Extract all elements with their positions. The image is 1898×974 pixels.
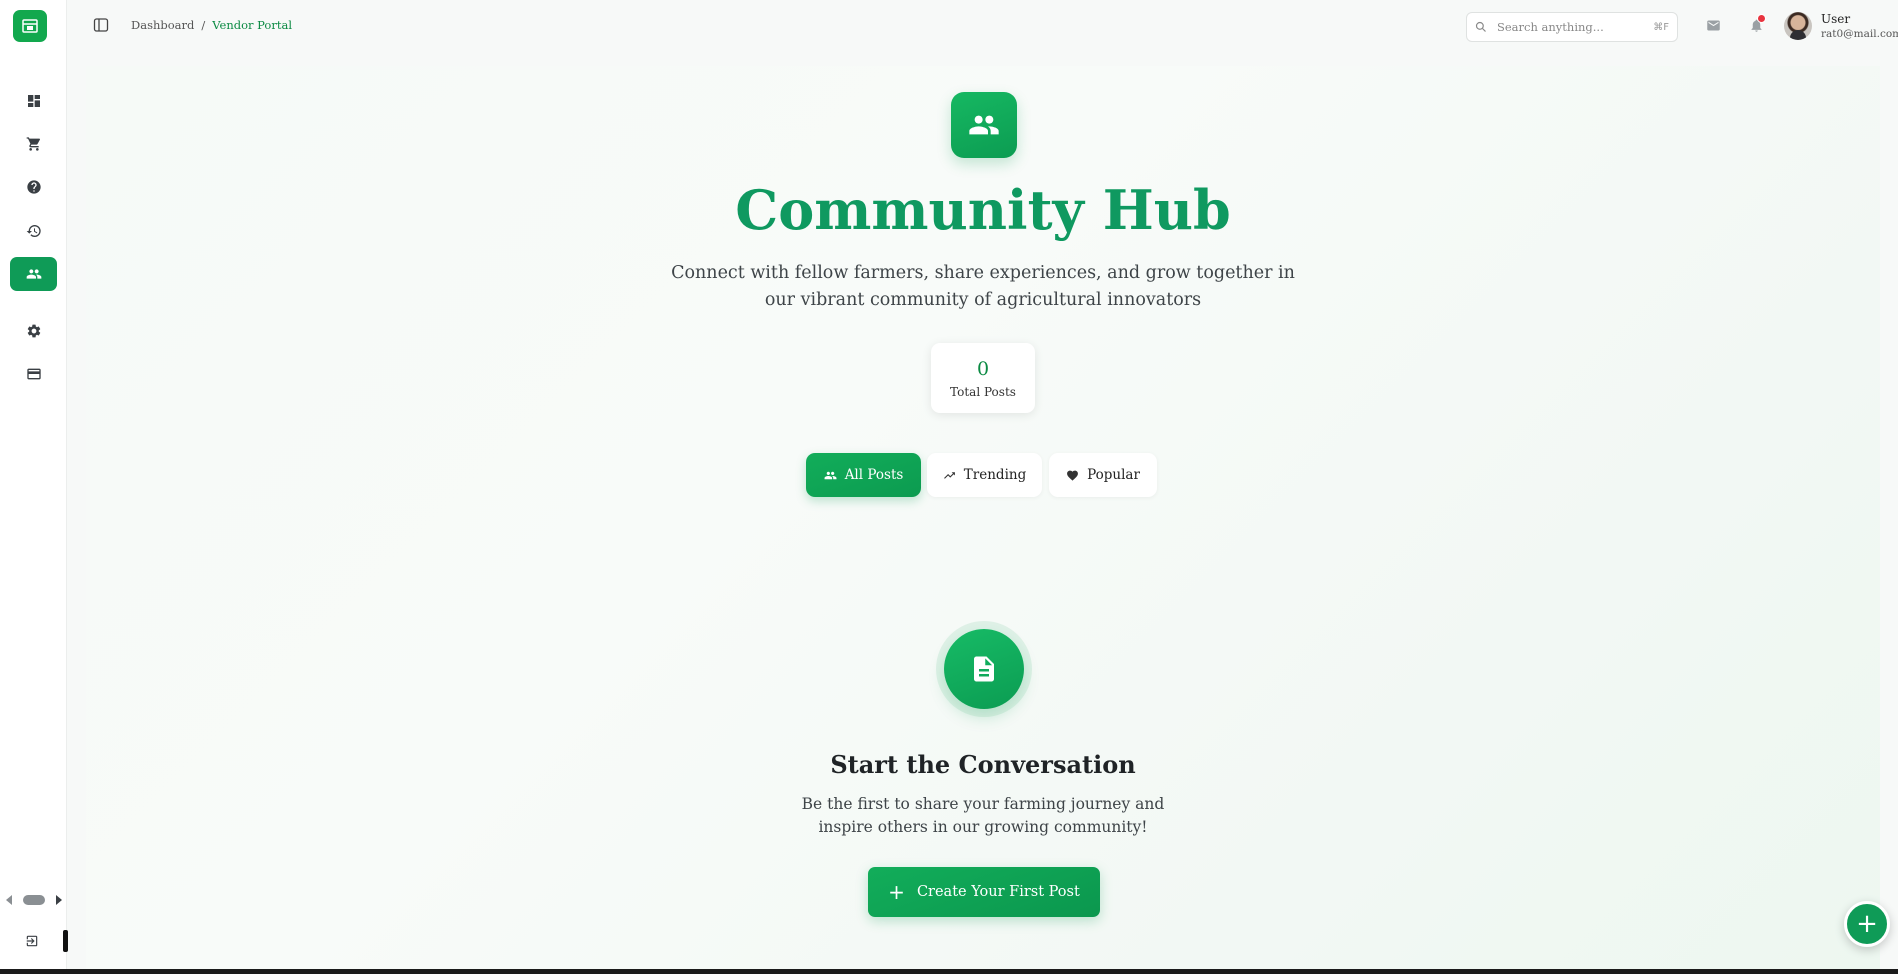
create-first-post-label: Create Your First Post [916, 884, 1080, 900]
document-icon [974, 656, 994, 682]
tab-label: All Posts [844, 467, 904, 483]
total-posts-card: 0 Total Posts [931, 343, 1035, 413]
empty-state-text: Be the first to share your farming journ… [801, 795, 1165, 836]
new-post-fab[interactable]: + [1844, 901, 1890, 947]
breadcrumb-current: Vendor Portal [212, 18, 293, 32]
app-logo[interactable] [13, 10, 47, 42]
sidebar-edge-handle[interactable] [63, 930, 68, 952]
breadcrumb-separator: / [201, 18, 206, 32]
community-hub-badge [951, 92, 1017, 158]
scroll-left-icon[interactable] [6, 895, 12, 905]
sidebar-toggle-icon [93, 18, 109, 32]
breadcrumb: Dashboard / Vendor Portal [131, 18, 292, 32]
page-title: Community Hub [735, 178, 1231, 242]
messages-button[interactable] [1706, 18, 1722, 34]
trending-up-icon [943, 471, 955, 479]
sidebar-item-community[interactable] [10, 257, 57, 291]
sidebar-item-orders[interactable] [10, 127, 57, 161]
search-shortcut: ⌘F [1653, 21, 1669, 33]
user-email: rat0@mail.com [1821, 28, 1898, 40]
heart-icon [1067, 470, 1078, 481]
breadcrumb-root[interactable]: Dashboard [131, 18, 194, 32]
scroll-right-icon[interactable] [56, 895, 62, 905]
plus-icon: + [888, 880, 905, 904]
logout-icon [26, 935, 38, 947]
people-icon [824, 471, 837, 479]
create-first-post-button[interactable]: + Create Your First Post [868, 867, 1100, 917]
gear-icon [27, 324, 40, 338]
notifications-button[interactable] [1749, 14, 1766, 34]
notification-badge [1757, 14, 1766, 23]
search-input[interactable] [1495, 19, 1646, 35]
empty-state-title: Start the Conversation [830, 750, 1136, 779]
sidebar-toggle-button[interactable] [93, 17, 109, 33]
tab-label: Trending [963, 467, 1027, 483]
sidebar-item-billing[interactable] [10, 357, 57, 391]
store-icon [22, 19, 38, 33]
tab-all-posts[interactable]: All Posts [806, 453, 921, 497]
scroll-thumb[interactable] [23, 895, 45, 905]
sidebar-scroll-control[interactable] [6, 893, 62, 907]
mail-icon [1707, 20, 1720, 31]
people-icon [969, 115, 999, 135]
bottom-edge [0, 969, 1898, 974]
top-header: Dashboard / Vendor Portal ⌘F User rat0@m… [66, 0, 1898, 52]
sidebar-item-dashboard[interactable] [10, 84, 57, 118]
user-name[interactable]: User [1821, 12, 1850, 26]
grid-icon [27, 95, 40, 107]
card-icon [26, 368, 41, 380]
sidebar [0, 0, 68, 974]
people-icon [26, 269, 41, 279]
avatar[interactable] [1784, 12, 1812, 40]
tab-popular[interactable]: Popular [1049, 453, 1157, 497]
tab-label: Popular [1087, 467, 1140, 483]
cart-icon [26, 137, 40, 151]
search-icon [1475, 21, 1486, 32]
search-box[interactable]: ⌘F [1466, 12, 1678, 42]
page-subtitle: Connect with fellow farmers, share exper… [671, 263, 1295, 310]
total-posts-value: 0 [976, 358, 990, 380]
tab-trending[interactable]: Trending [927, 453, 1042, 497]
empty-state-icon-circle [944, 629, 1024, 709]
total-posts-label: Total Posts [950, 385, 1016, 399]
sidebar-item-settings[interactable] [10, 314, 57, 348]
plus-icon: + [1856, 909, 1878, 939]
logout-button[interactable] [25, 933, 41, 949]
